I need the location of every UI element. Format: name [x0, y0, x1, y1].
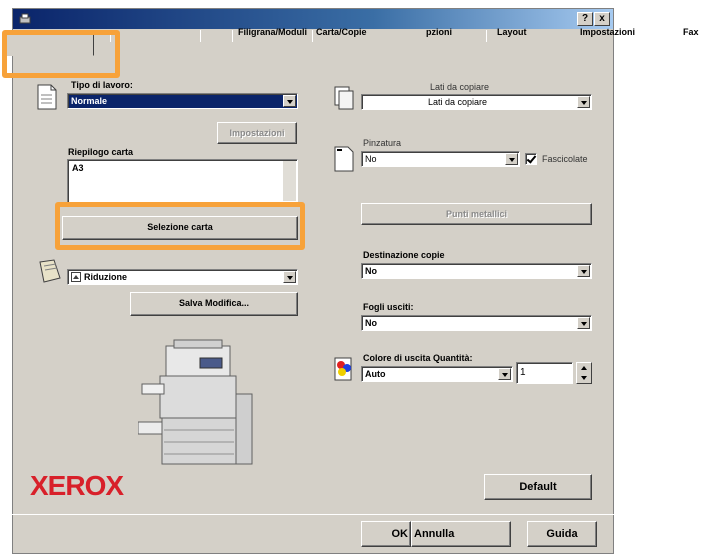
- chevron-down-icon[interactable]: [577, 317, 590, 329]
- output-sheets-value: No: [365, 318, 377, 328]
- divider: [12, 514, 614, 515]
- copier-machine-image: [138, 339, 253, 465]
- chevron-down-icon[interactable]: [498, 368, 511, 380]
- collate-checkbox[interactable]: [525, 153, 537, 165]
- collate-label: Fascicolate: [542, 154, 588, 164]
- quantity-input[interactable]: 1: [516, 362, 573, 384]
- output-sheets-label: Fogli usciti:: [363, 302, 414, 312]
- paper-select-highlight: [55, 202, 305, 250]
- arrow-up-icon: [71, 272, 81, 282]
- reduction-value: Riduzione: [84, 272, 127, 282]
- paper-summary-list[interactable]: A3: [67, 159, 298, 203]
- stapling-value: No: [365, 154, 377, 164]
- cancel-button[interactable]: Annulla: [411, 521, 511, 547]
- job-type-icon: [37, 84, 57, 110]
- paper-summary-value: A3: [72, 163, 84, 173]
- save-changes-button[interactable]: Salva Modifica...: [130, 292, 298, 316]
- tab-separator: [486, 30, 487, 42]
- chevron-down-icon[interactable]: [577, 265, 590, 277]
- chevron-down-icon[interactable]: [283, 271, 296, 283]
- tab-separator: [312, 30, 313, 42]
- destination-select[interactable]: No: [361, 263, 592, 279]
- destination-value: No: [365, 266, 377, 276]
- ok-button[interactable]: OK: [361, 521, 411, 547]
- tab-watermark[interactable]: Filigrana/Moduli: [238, 24, 307, 42]
- job-type-value: Normale: [71, 96, 108, 106]
- tab-settings[interactable]: Impostazioni: [580, 24, 635, 42]
- sides-icon: [334, 86, 354, 110]
- chevron-down-icon[interactable]: [577, 96, 590, 108]
- tab-fax[interactable]: Fax: [683, 24, 699, 42]
- quantity-value: 1: [520, 367, 526, 378]
- chevron-down-icon[interactable]: [283, 95, 296, 107]
- output-color-select[interactable]: Auto: [361, 366, 513, 382]
- xerox-logo: XEROX: [30, 470, 124, 501]
- tab-separator: [232, 30, 233, 42]
- job-type-label: Tipo di lavoro:: [71, 80, 133, 90]
- tab-highlight: [2, 30, 120, 78]
- tab-separator: [200, 30, 201, 42]
- sides-label: Lati da copiare: [430, 82, 490, 92]
- sides-value: Lati da copiare: [428, 97, 488, 107]
- tab-paper-copies[interactable]: Carta/Copie: [316, 24, 367, 42]
- output-color-value: Auto: [365, 369, 386, 379]
- output-sheets-select[interactable]: No: [361, 315, 592, 331]
- stapling-label: Pinzatura: [363, 138, 402, 148]
- default-button[interactable]: Default: [484, 474, 592, 500]
- tab-options[interactable]: pzioni: [426, 24, 452, 42]
- stapling-icon: [334, 146, 354, 172]
- tab-layout[interactable]: Layout: [497, 24, 527, 42]
- settings-button[interactable]: Impostazioni: [217, 122, 297, 144]
- quantity-stepper[interactable]: [576, 362, 592, 384]
- help-button[interactable]: Guida: [527, 521, 597, 547]
- color-output-icon: [334, 357, 352, 381]
- output-color-label: Colore di uscita Quantità:: [363, 353, 473, 363]
- destination-label: Destinazione copie: [363, 250, 445, 260]
- reduction-icon: [39, 259, 61, 283]
- reduction-select[interactable]: Riduzione: [67, 269, 298, 285]
- job-type-select[interactable]: Normale: [67, 93, 298, 109]
- scrollbar[interactable]: [283, 161, 296, 201]
- staples-button[interactable]: Punti metallici: [361, 203, 592, 225]
- chevron-down-icon[interactable]: [505, 153, 518, 165]
- sides-select[interactable]: Lati da copiare: [361, 94, 592, 110]
- paper-summary-label: Riepilogo carta: [68, 147, 134, 157]
- stapling-select[interactable]: No: [361, 151, 520, 167]
